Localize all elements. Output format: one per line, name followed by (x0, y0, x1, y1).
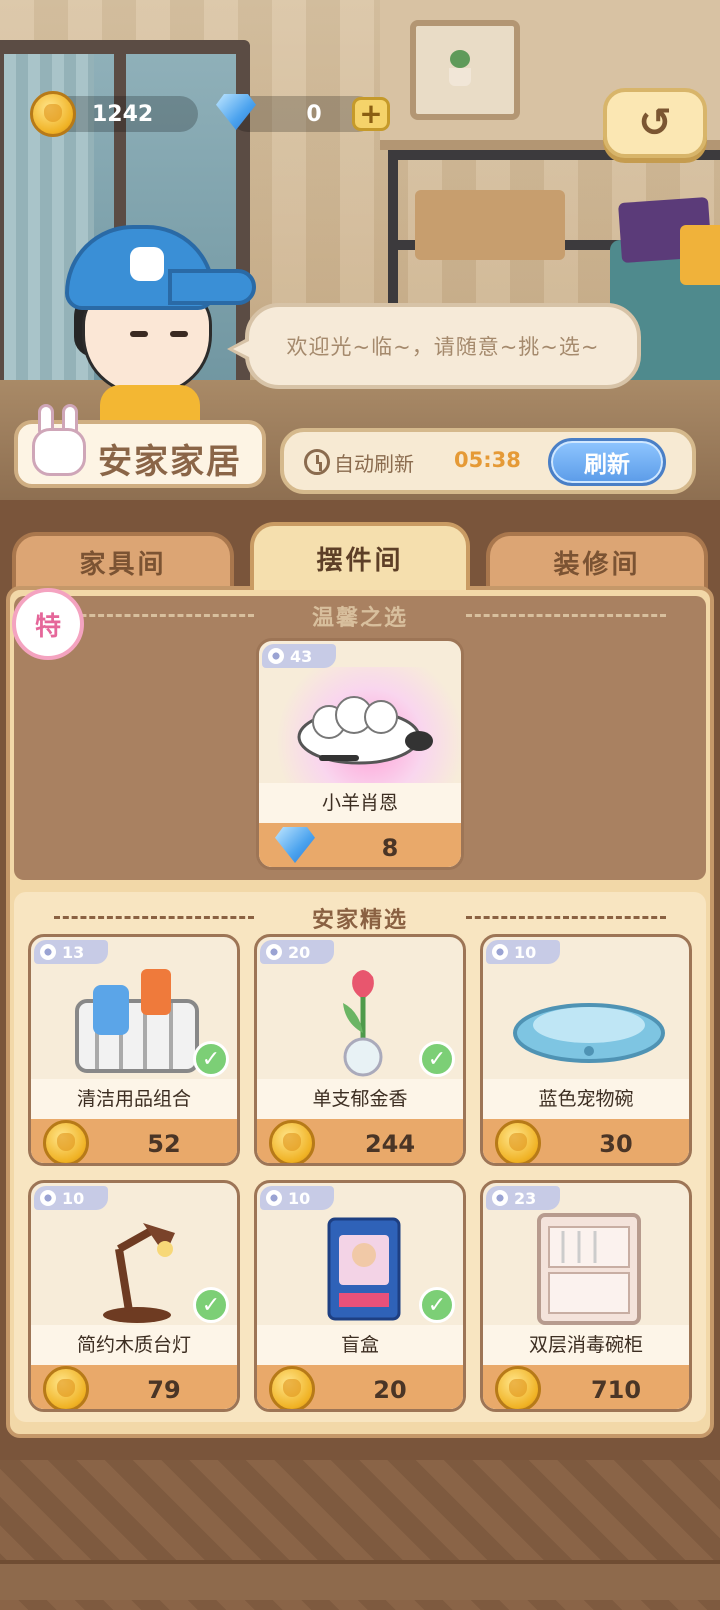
item-card[interactable]: 10 蓝色宠物碗 30 (480, 934, 692, 1166)
pet-bowl-icon (483, 963, 689, 1079)
item-name: 盲盒 (257, 1325, 463, 1365)
level-badge: 23 (486, 1186, 560, 1210)
potted-plant-icon (445, 50, 475, 90)
undo-arrow-icon: ↺ (638, 100, 672, 146)
level-badge: 13 (34, 940, 108, 964)
item-price: 710 (483, 1365, 689, 1409)
diamond-icon (273, 827, 319, 867)
item-name: 小羊肖恩 (259, 783, 461, 823)
level-badge: 10 (34, 1186, 108, 1210)
refresh-button[interactable]: 刷新 (548, 438, 666, 486)
special-badge: 特 (12, 588, 84, 660)
owned-check-icon: ✓ (419, 1287, 455, 1323)
coin-icon (269, 1366, 315, 1409)
add-gems-button[interactable]: + (352, 97, 390, 131)
owned-check-icon: ✓ (193, 1041, 229, 1077)
item-name: 双层消毒碗柜 (483, 1325, 689, 1365)
coin-icon (30, 91, 76, 137)
shop-name-badge: 安家家居 (14, 404, 266, 488)
speech-bubble: 欢迎光~临~，请随意~挑~选~ (227, 303, 641, 389)
back-button[interactable]: ↺ (603, 88, 707, 158)
coin-icon (43, 1120, 89, 1163)
special-item-card[interactable]: 43 小羊肖恩 8 (256, 638, 464, 870)
price-value: 20 (373, 1376, 407, 1404)
level-badge: 43 (262, 644, 336, 668)
level-badge: 10 (486, 940, 560, 964)
item-card[interactable]: 13 ✓ 清洁用品组合 52 (28, 934, 240, 1166)
item-card[interactable]: 10 ✓ 简约木质台灯 79 (28, 1180, 240, 1412)
item-name: 单支郁金香 (257, 1079, 463, 1119)
item-card[interactable]: 20 ✓ 单支郁金香 244 (254, 934, 466, 1166)
level-badge: 20 (260, 940, 334, 964)
item-name: 简约木质台灯 (31, 1325, 237, 1365)
shop-name: 安家家居 (98, 442, 242, 482)
price-value: 8 (381, 834, 399, 862)
item-price: 244 (257, 1119, 463, 1163)
coin-icon (269, 1120, 315, 1163)
diamond-icon (214, 94, 260, 134)
item-card[interactable]: 23 双层消毒碗柜 710 (480, 1180, 692, 1412)
coin-balance: 1242 (30, 91, 154, 137)
coin-icon (495, 1120, 541, 1163)
gem-count: 0 (306, 101, 322, 127)
coin-icon (495, 1366, 541, 1409)
tab-ornaments[interactable]: 摆件间 (250, 522, 470, 590)
shopkeeper-character (60, 225, 256, 435)
item-price: 8 (259, 823, 461, 867)
coin-icon (43, 1366, 89, 1409)
level-badge: 10 (260, 1186, 334, 1210)
item-price: 79 (31, 1365, 237, 1409)
rabbit-icon (28, 404, 90, 482)
item-price: 30 (483, 1119, 689, 1163)
price-value: 79 (147, 1376, 181, 1404)
speech-text: 欢迎光~临~，请随意~挑~选~ (286, 335, 600, 359)
special-section-title: 温馨之选 (311, 606, 408, 631)
item-card[interactable]: 10 ✓ 盲盒 20 (254, 1180, 466, 1412)
refresh-timer: 05:38 (454, 448, 521, 472)
refresh-panel: 自动刷新 05:38 刷新 (280, 428, 696, 494)
bottom-strip (0, 1560, 720, 1600)
item-price: 20 (257, 1365, 463, 1409)
plus-icon: + (359, 97, 383, 130)
item-name: 蓝色宠物碗 (483, 1079, 689, 1119)
tab-renovation[interactable]: 装修间 (486, 532, 708, 588)
price-value: 710 (590, 1376, 642, 1404)
sheep-icon (259, 667, 461, 783)
item-price: 52 (31, 1119, 237, 1163)
owned-check-icon: ✓ (419, 1041, 455, 1077)
price-value: 244 (364, 1130, 416, 1158)
tab-furniture[interactable]: 家具间 (12, 532, 234, 588)
auto-refresh-label: 自动刷新 (334, 452, 414, 476)
coin-count: 1242 (92, 101, 154, 127)
dish-cabinet-icon (483, 1209, 689, 1325)
price-value: 52 (147, 1130, 181, 1158)
featured-section-title: 安家精选 (311, 908, 408, 933)
price-value: 30 (599, 1130, 633, 1158)
owned-check-icon: ✓ (193, 1287, 229, 1323)
clock-icon (304, 449, 330, 475)
gem-balance: 0 + (214, 94, 390, 134)
item-name: 清洁用品组合 (31, 1079, 237, 1119)
